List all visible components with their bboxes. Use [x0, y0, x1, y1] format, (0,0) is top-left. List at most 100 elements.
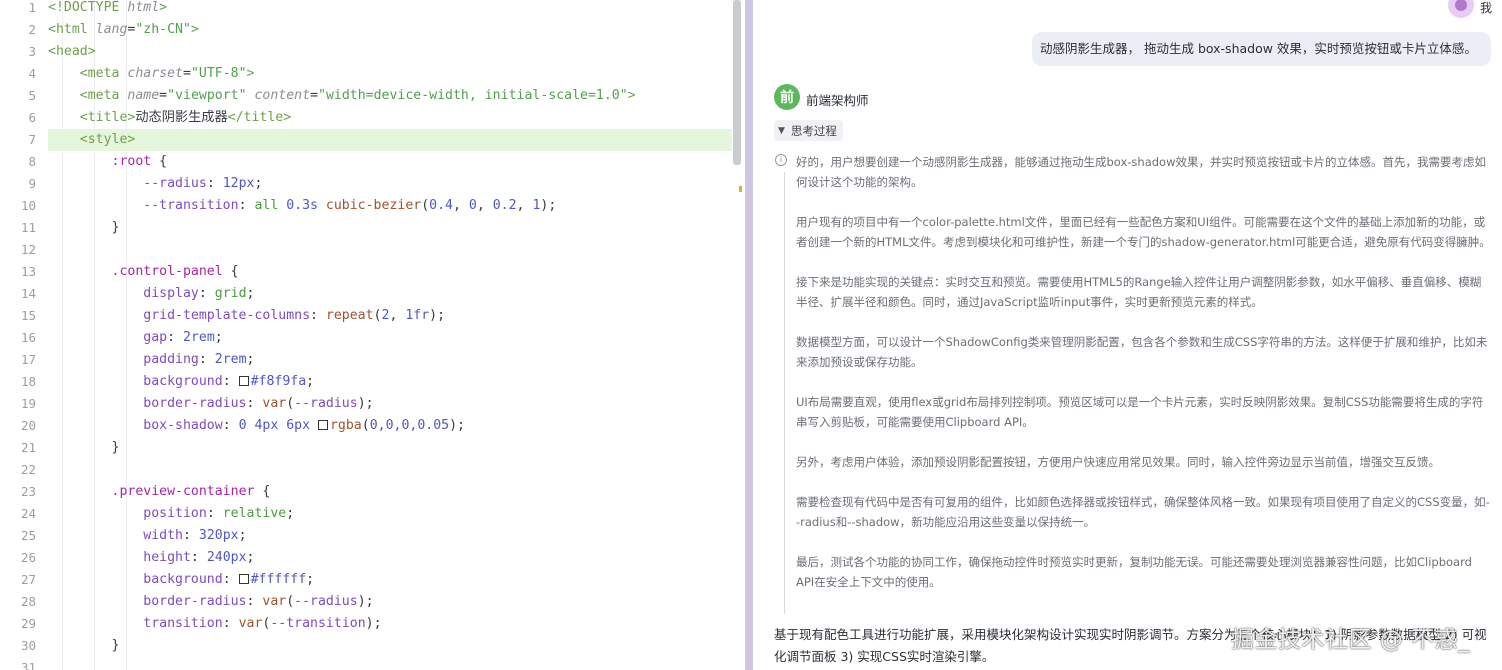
code-line[interactable]	[48, 657, 732, 670]
code-line[interactable]	[48, 239, 732, 261]
line-number: 16	[20, 330, 36, 345]
code-line[interactable]: .control-panel {	[48, 261, 732, 283]
code-editor[interactable]: 1 2 3 4 5 6 7 8 9 10 11 12 13 14 15 16 17 18 19 20 21 22 23 24 2…	[0, 0, 745, 670]
code-line[interactable]: <head>	[48, 41, 732, 63]
line-number: 30	[20, 638, 36, 653]
code-line[interactable]: --transition: all 0.3s cubic-bezier(0.4,…	[48, 195, 732, 217]
code-line[interactable]: <meta charset="UTF-8">	[48, 63, 732, 85]
code-token: 0.3s	[286, 198, 326, 213]
code-token: "width=device-width, initial-scale=1.0"	[318, 88, 628, 103]
code-token: ;	[238, 528, 247, 543]
line-number: 12	[20, 242, 36, 257]
code-token: border-radius	[143, 396, 247, 411]
code-token: ,	[452, 198, 469, 213]
code-token: =	[182, 66, 191, 81]
code-token: {	[230, 264, 239, 279]
code-token: ;	[254, 176, 263, 191]
code-token: :	[222, 572, 239, 587]
code-line[interactable]: :root {	[48, 151, 732, 173]
code-area[interactable]: <!DOCTYPE html> <html lang="zh-CN"> <head>…	[48, 0, 732, 670]
thinking-paragraph: 需要检查现有代码中是否有可复用的组件，比如颜色选择器或按钮样式，确保整体风格一致…	[796, 495, 1490, 529]
code-line[interactable]: width: 320px;	[48, 525, 732, 547]
line-number: 29	[20, 616, 36, 631]
code-token: var	[238, 616, 263, 631]
code-token: :	[206, 506, 223, 521]
watermark: 掘金技术社区 @ 不惑_	[1231, 627, 1471, 653]
code-line[interactable]: border-radius: var(--radius);	[48, 393, 732, 415]
code-token: var	[262, 396, 287, 411]
code-token: relative	[222, 506, 287, 521]
color-swatch-icon[interactable]	[238, 574, 249, 584]
code-token: position	[143, 506, 207, 521]
code-line[interactable]: gap: 2rem;	[48, 327, 732, 349]
code-token: :	[222, 374, 239, 389]
thinking-paragraph: 另外，考虑用户体验，添加预设阴影配置按钮，方便用户快速应用常见效果。同时，输入控…	[796, 455, 1440, 469]
code-line[interactable]: --radius: 12px;	[48, 173, 732, 195]
code-line[interactable]: }	[48, 217, 732, 239]
line-number: 14	[20, 286, 36, 301]
code-line[interactable]: background: #ffffff;	[48, 569, 732, 591]
code-token: padding	[143, 352, 199, 367]
code-token: (	[421, 198, 430, 213]
scrollbar-change-marker	[739, 186, 742, 192]
code-token: background	[143, 572, 223, 587]
code-line[interactable]: display: grid;	[48, 283, 732, 305]
bot-avatar: 前	[774, 84, 800, 110]
code-token: (	[286, 396, 295, 411]
code-token: <title>	[79, 110, 136, 125]
code-line[interactable]: <style>	[48, 129, 732, 151]
code-token: 0	[468, 198, 477, 213]
code-token: --radius	[294, 396, 358, 411]
code-line[interactable]: }	[48, 437, 732, 459]
thinking-paragraph: 好的，用户想要创建一个动感阴影生成器，能够通过拖动生成box-shadow效果，…	[796, 155, 1486, 189]
code-line[interactable]: transition: var(--transition);	[48, 613, 732, 635]
line-number: 5	[28, 88, 36, 103]
code-line[interactable]: background: #f8f9fa;	[48, 371, 732, 393]
code-token: {	[262, 484, 271, 499]
code-line[interactable]: box-shadow: 0 4px 6px rgba(0,0,0,0.05);	[48, 415, 732, 437]
thinking-toggle-button[interactable]: ▼ 思考过程	[774, 120, 843, 141]
line-number-gutter: 1 2 3 4 5 6 7 8 9 10 11 12 13 14 15 16 17 18 19 20 21 22 23 24 2…	[0, 0, 48, 670]
code-token: <html	[48, 22, 96, 37]
code-token: (	[373, 308, 382, 323]
code-line[interactable]: <html lang="zh-CN">	[48, 19, 732, 41]
code-line[interactable]: position: relative;	[48, 503, 732, 525]
editor-scrollbar[interactable]	[733, 0, 741, 165]
code-token: ;	[246, 286, 255, 301]
code-token: =	[310, 88, 319, 103]
code-token: }	[111, 440, 120, 455]
color-swatch-icon[interactable]	[238, 376, 249, 386]
code-line[interactable]	[48, 459, 732, 481]
code-line[interactable]: padding: 2rem;	[48, 349, 732, 371]
pane-divider[interactable]	[745, 0, 753, 670]
code-line[interactable]: border-radius: var(--radius);	[48, 591, 732, 613]
code-line[interactable]: .preview-container {	[48, 481, 732, 503]
code-token: height	[143, 550, 191, 565]
code-line[interactable]: grid-template-columns: repeat(2, 1fr);	[48, 305, 732, 327]
code-token: border-radius	[143, 594, 247, 609]
code-line[interactable]: <!DOCTYPE html>	[48, 0, 732, 19]
code-token: box-shadow	[143, 418, 223, 433]
color-swatch-icon[interactable]	[317, 420, 328, 430]
code-line[interactable]: height: 240px;	[48, 547, 732, 569]
bot-name: 前端架构师	[806, 93, 869, 108]
code-line[interactable]: }	[48, 635, 732, 657]
code-line[interactable]: <meta name="viewport" content="width=dev…	[48, 85, 732, 107]
code-token: grid	[214, 286, 247, 301]
code-token: );	[449, 418, 465, 433]
line-number: 6	[28, 110, 36, 125]
code-line[interactable]: <title>动态阴影生成器</title>	[48, 107, 732, 129]
chat-panel: 我 动感阴影生成器， 拖动生成 box-shadow 效果，实时预览按钮或卡片立…	[753, 0, 1502, 670]
